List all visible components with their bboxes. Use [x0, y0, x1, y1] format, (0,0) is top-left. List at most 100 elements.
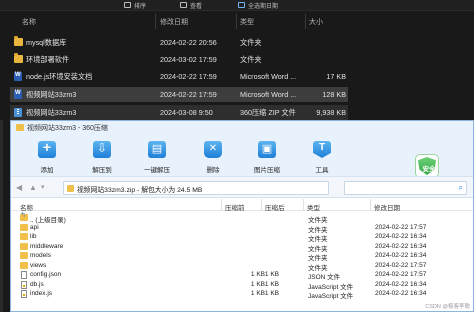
security-badge[interactable]: 安全 — [415, 154, 439, 178]
file-row[interactable]: node.js环境安装文档 2024-02-22 17:59 Microsoft… — [10, 69, 348, 84]
entry-name: models — [30, 252, 51, 259]
search-icon[interactable]: ⌕ — [459, 183, 463, 193]
zip-toolbar: 添加 解压到 一键解压 删除 图片压缩 工具 安全 — [11, 134, 473, 178]
back-arrow-icon[interactable]: ◀ — [16, 183, 24, 192]
archive-row[interactable]: index.js 1 KB 1 KB JavaScript 文件 2024-02… — [11, 289, 473, 300]
column-divider[interactable] — [221, 199, 222, 211]
delete-button[interactable]: 删除 — [193, 138, 233, 174]
file-type: 文件夹 — [240, 55, 262, 64]
extract-to-button[interactable]: 解压到 — [82, 138, 122, 174]
entry-compressed-size: 1 KB — [264, 271, 279, 278]
column-divider[interactable] — [305, 14, 306, 29]
column-header-type[interactable]: 类型 — [240, 17, 254, 27]
image-compress-label: 图片压缩 — [254, 167, 280, 174]
path-field[interactable]: 视频网站33zm3.zip - 解包大小为 24.5 MB V ▾ — [63, 181, 388, 196]
image-compress-icon — [258, 141, 276, 158]
archive-row[interactable]: middleware 文件夹 2024-02-22 16:34 — [11, 242, 473, 253]
file-type: 文件夹 — [240, 38, 262, 47]
file-size: 9,938 KB — [316, 108, 346, 117]
column-divider[interactable] — [261, 199, 262, 211]
file-date: 2024-03-08 9:50 — [160, 108, 213, 117]
entry-compressed-size: 1 KB — [264, 290, 279, 297]
window-title: 视频网站33zm3 - 360压缩 — [27, 125, 108, 132]
file-type: Microsoft Word ... — [240, 90, 297, 99]
archive-row[interactable]: .. (上级目录) 文件夹 — [11, 211, 473, 224]
folder-icon — [20, 242, 28, 250]
tools-button[interactable]: 工具 — [302, 138, 342, 174]
extract-icon — [93, 141, 111, 158]
archive-list-header: 名称 压缩前 压缩后 类型 修改日期 — [11, 199, 473, 212]
file-date: 2024-03-02 17:59 — [160, 55, 217, 64]
entry-name: db.js — [30, 280, 44, 288]
search-input[interactable]: ⌕ — [344, 181, 467, 195]
extract-to-label: 解压到 — [92, 167, 112, 174]
column-header-type[interactable]: 类型 — [307, 202, 320, 212]
entry-date: 2024-02-22 16:34 — [375, 280, 427, 288]
word-doc-icon — [14, 72, 22, 81]
file-type: Microsoft Word ... — [240, 72, 297, 81]
sort-button[interactable]: 排序 — [124, 0, 146, 10]
archive-icon — [67, 185, 74, 192]
column-divider[interactable] — [155, 14, 156, 29]
zip-icon — [14, 108, 22, 117]
folder-icon — [14, 36, 23, 46]
details-button[interactable]: 全选期日期 — [238, 0, 278, 10]
json-file-icon — [21, 271, 27, 279]
add-button[interactable]: 添加 — [27, 138, 67, 174]
column-header-date[interactable]: 修改日期 — [160, 17, 188, 27]
file-date: 2024-02-22 20:56 — [160, 38, 217, 47]
archive-row[interactable]: views 文件夹 2024-02-22 17:57 — [11, 261, 473, 272]
column-divider[interactable] — [303, 199, 304, 211]
chevron-down-icon[interactable]: ▾ — [41, 183, 49, 192]
column-divider[interactable] — [370, 199, 371, 211]
explorer-toolbar: 排序 查看 全选期日期 — [0, 0, 474, 11]
address-bar: ◀ ▲ ▾ 视频网站33zm3.zip - 解包大小为 24.5 MB V ▾ … — [11, 176, 473, 198]
one-click-extract-icon — [148, 141, 166, 158]
archive-row[interactable]: db.js 1 KB 1 KB JavaScript 文件 2024-02-22… — [11, 280, 473, 291]
js-file-icon — [21, 290, 27, 298]
column-header-size[interactable]: 大小 — [309, 17, 323, 27]
entry-name: config.json — [30, 271, 62, 278]
file-name: 视频网站33zm3 — [26, 108, 77, 117]
file-row[interactable]: 视频网站33zm3 2024-03-08 9:50 360压缩 ZIP 文件 9… — [10, 105, 348, 120]
file-row[interactable]: 环境部署软件 2024-03-02 17:59 文件夹 — [10, 52, 348, 67]
entry-name: middleware — [30, 242, 64, 250]
view-icon — [180, 2, 187, 8]
column-header-compressed-size[interactable]: 压缩后 — [265, 202, 285, 212]
folder-icon — [20, 223, 28, 231]
tools-icon — [313, 141, 331, 158]
entry-date: 2024-02-22 16:34 — [375, 233, 427, 240]
one-click-extract-label: 一键解压 — [144, 167, 170, 174]
delete-label: 删除 — [206, 167, 220, 174]
zip-archive-window: 视频网站33zm3 - 360压缩 添加 解压到 一键解压 删除 图片压缩 工具 — [10, 120, 474, 312]
file-date: 2024-02-22 17:59 — [160, 72, 217, 81]
file-row[interactable]: mysql数据库 2024-02-22 20:56 文件夹 — [10, 35, 348, 50]
entry-compressed-size: 1 KB — [264, 280, 279, 288]
entry-name: lib — [30, 233, 37, 240]
file-name: node.js环境安装文档 — [26, 72, 93, 81]
title-bar[interactable]: 视频网站33zm3 - 360压缩 — [11, 121, 473, 134]
image-compress-button[interactable]: 图片压缩 — [247, 138, 287, 174]
details-label: 全选期日期 — [248, 3, 279, 10]
file-name: 环境部署软件 — [26, 55, 70, 64]
watermark: CSDN @极客李聪 — [425, 304, 470, 310]
file-name: mysql数据库 — [26, 38, 67, 47]
archive-row[interactable]: api 文件夹 2024-02-22 17:57 — [11, 223, 473, 234]
entry-name: index.js — [30, 290, 53, 297]
word-doc-icon — [14, 90, 22, 99]
file-row-selected[interactable]: 视频网站33zm3 2024-02-22 17:59 Microsoft Wor… — [10, 87, 348, 102]
entry-type: JavaScript 文件 — [308, 293, 354, 300]
file-date: 2024-02-22 17:59 — [160, 90, 217, 99]
one-click-extract-button[interactable]: 一键解压 — [137, 138, 177, 174]
up-folder-icon[interactable]: ▲ — [29, 183, 37, 192]
file-name: 视频网站33zm3 — [26, 90, 77, 99]
column-header-name[interactable]: 名称 — [22, 17, 36, 27]
archive-row[interactable]: config.json 1 KB 1 KB JSON 文件 2024-02-22… — [11, 270, 473, 281]
column-header-original-size[interactable]: 压缩前 — [225, 202, 245, 212]
archive-row[interactable]: models 文件夹 2024-02-22 16:34 — [11, 251, 473, 262]
column-header-modified[interactable]: 修改日期 — [374, 202, 400, 212]
view-button[interactable]: 查看 — [180, 0, 202, 10]
add-icon — [38, 139, 56, 158]
column-divider[interactable] — [236, 14, 237, 29]
archive-row[interactable]: lib 文件夹 2024-02-22 16:34 — [11, 232, 473, 243]
